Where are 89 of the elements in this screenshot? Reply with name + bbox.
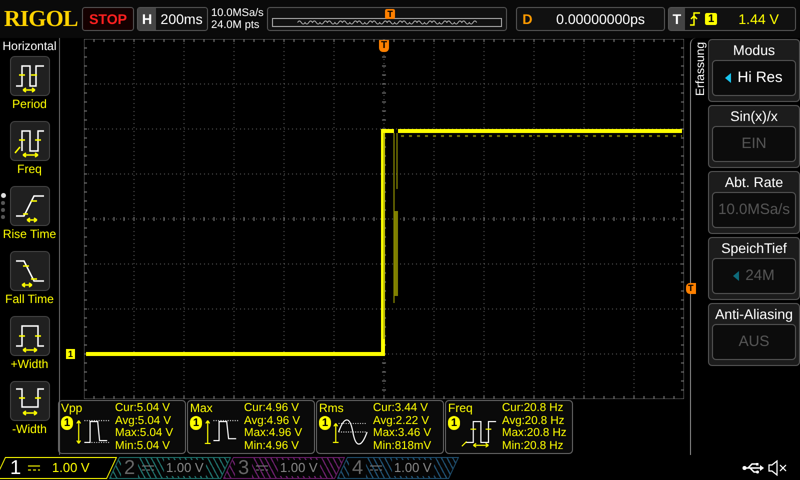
channel-number: 2	[121, 458, 138, 478]
trigger-source-badge: 1	[705, 13, 718, 25]
softkey-value-text: AUS	[738, 332, 770, 352]
measure-button[interactable]: Rise Time	[0, 186, 60, 248]
horizontal-label: H	[138, 8, 156, 30]
softkey-label: Abt. Rate	[724, 173, 784, 192]
measure-button[interactable]: Freq	[0, 121, 60, 183]
channel-badge: 1	[61, 416, 74, 430]
trigger-position-marker: T	[385, 9, 395, 19]
coupling-icon	[370, 464, 382, 470]
trigger-level: 1.44 V	[737, 10, 780, 28]
channel-badge: 1	[448, 416, 460, 430]
sample-rate: 10.0MSa/s	[211, 7, 264, 19]
delay-field[interactable]: D 0.00000000ps	[516, 7, 665, 31]
measurement-name: Rms	[319, 402, 345, 415]
measure-button[interactable]: +Width	[0, 316, 60, 378]
memory-depth: 24.0M pts	[211, 19, 260, 31]
softkey-label: Sin(x)/x	[730, 107, 778, 126]
measure-type-icon	[10, 316, 50, 356]
softkey-value-text: 10.0MSa/s	[718, 200, 790, 220]
softkey-value-text: EIN	[741, 134, 766, 154]
measurement-stat: Min:20.8 Hz	[502, 440, 564, 452]
measurement-stat: Cur:20.8 Hz	[502, 402, 564, 414]
timebase-field[interactable]: H 200ms	[136, 7, 208, 31]
measurement-stat: Cur:4.96 V	[244, 402, 300, 414]
measurement-name: Freq	[448, 402, 474, 415]
softkey[interactable]: Modus Hi Res	[708, 39, 800, 102]
measurement-stat: Avg:2.22 V	[373, 414, 430, 427]
channel-tab[interactable]: 3 1.00 V	[222, 456, 346, 478]
mute-icon	[768, 460, 788, 476]
measurement-stat: Min:5.04 V	[115, 440, 171, 452]
left-arrow-icon	[725, 73, 732, 83]
measurement-stat: Avg:5.04 V	[115, 414, 172, 427]
channel-scale: 1.00 V	[164, 460, 206, 476]
measurement-stat: Max:4.96 V	[244, 427, 302, 440]
channel-tab[interactable]: 2 1.00 V	[108, 456, 232, 478]
delay-value: 0.00000000ps	[555, 10, 646, 29]
trigger-label: T	[668, 8, 686, 30]
measurement-name: Vpp	[61, 402, 84, 415]
measurement-stat: Max:3.46 V	[373, 427, 432, 440]
channel-tab[interactable]: 1 1.00 V	[0, 456, 118, 478]
trigger-level-marker: T	[686, 283, 696, 294]
rising-edge-icon	[690, 12, 700, 26]
softkey-value-text: Hi Res	[737, 68, 782, 88]
measure-button[interactable]: -Width	[0, 381, 60, 443]
channel-badge: 1	[319, 416, 332, 430]
channel-number: 4	[349, 458, 366, 478]
channel-tab[interactable]: 4 1.00 V	[336, 456, 460, 478]
coupling-icon	[28, 464, 40, 470]
measurement-stat: Min:818mV	[373, 440, 432, 452]
measure-type-icon	[10, 186, 50, 226]
softkey-label: SpeichTief	[721, 239, 787, 258]
run-state-button[interactable]: STOP	[82, 7, 134, 31]
softkey-value-text: 24M	[745, 266, 775, 286]
softkey-label: Modus	[732, 41, 776, 60]
measurement-stat: Min:4.96 V	[244, 440, 300, 452]
measure-type-icon	[10, 56, 50, 96]
measure-type-icon	[10, 121, 50, 161]
channel-marker: 1	[66, 349, 75, 359]
measure-type-icon	[10, 251, 50, 291]
measurement-stat: Avg:4.96 V	[244, 414, 302, 427]
menu-title: Erfassung	[692, 42, 706, 96]
coupling-icon	[256, 464, 268, 470]
measure-button[interactable]: Period	[0, 56, 60, 118]
sidebar-title: Horizontal	[2, 38, 57, 54]
measurement-name: Max	[190, 402, 214, 415]
channel-scale: 1.00 V	[51, 460, 91, 476]
channel-number: 1	[9, 458, 22, 478]
channel-scale: 1.00 V	[278, 460, 320, 476]
timebase-value: 200ms	[160, 10, 204, 28]
measure-type-icon	[10, 381, 50, 421]
coupling-icon	[142, 464, 154, 470]
channel-badge: 1	[190, 416, 202, 430]
channel-scale: 1.00 V	[392, 460, 434, 476]
measurement-stat: Cur:5.04 V	[115, 402, 171, 414]
usb-icon	[742, 462, 764, 474]
overview-wave-icon	[272, 18, 502, 27]
measurement-stat: Cur:3.44 V	[373, 402, 429, 414]
brand-logo: RIGOL	[4, 4, 79, 33]
trigger-field[interactable]: T 1 1.44 V	[668, 7, 796, 31]
measure-button[interactable]: Fall Time	[0, 251, 60, 313]
measurement-stat: Max:20.8 Hz	[502, 427, 567, 440]
trigger-position-marker: T	[379, 40, 390, 52]
channel-number: 3	[235, 458, 252, 478]
measurement-stat: Avg:20.8 Hz	[502, 414, 566, 427]
measurement-stat: Max:5.04 V	[115, 427, 174, 440]
left-arrow-icon	[733, 271, 740, 281]
delay-label: D	[521, 10, 534, 28]
softkey-label: Anti-Aliasing	[715, 305, 793, 324]
